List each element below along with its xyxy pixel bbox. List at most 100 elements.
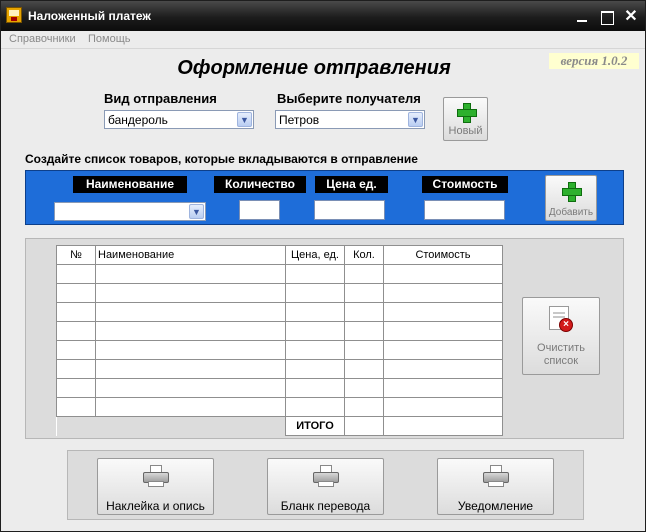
print-transfer-form-label: Бланк перевода (280, 499, 371, 513)
table-cell (95, 340, 286, 360)
item-name-select[interactable]: ▼ (54, 202, 206, 221)
table-header-row: № Наименование Цена, ед. Кол. Стоимость (56, 245, 503, 265)
table-cell (56, 264, 96, 284)
table-cell (344, 264, 384, 284)
print-notification-label: Уведомление (457, 499, 534, 513)
table-row[interactable] (56, 359, 503, 379)
table-cell (95, 397, 286, 417)
table-cell (95, 302, 286, 322)
items-table-body: ИТОГО (56, 264, 503, 436)
unit-price-input[interactable] (314, 200, 385, 220)
window-title: Наложенный платеж (28, 9, 151, 23)
app-window: Наложенный платеж ✕ Справочники Помощь в… (0, 0, 646, 532)
name-header: Наименование (73, 176, 187, 193)
chevron-down-icon[interactable]: ▼ (237, 112, 252, 127)
table-row[interactable] (56, 340, 503, 360)
table-cell (56, 283, 96, 303)
table-cell (285, 321, 345, 341)
clear-list-button[interactable]: × Очистить список (522, 297, 600, 375)
cost-input[interactable] (424, 200, 505, 220)
print-sticker-button[interactable]: Наклейка и опись (97, 458, 214, 515)
table-row[interactable] (56, 283, 503, 303)
minimize-button[interactable] (573, 8, 591, 26)
table-cell (383, 397, 503, 417)
total-spacer (95, 416, 286, 436)
menu-references[interactable]: Справочники (9, 33, 76, 45)
table-cell (383, 359, 503, 379)
add-item-button[interactable]: Добавить (545, 175, 597, 221)
column-header-quantity: Кол. (344, 245, 384, 265)
recipient-select[interactable]: Петров ▼ (275, 110, 425, 129)
table-cell (344, 321, 384, 341)
table-cell (56, 397, 96, 417)
maximize-button[interactable] (598, 8, 616, 26)
add-plus-icon (456, 103, 477, 123)
table-row[interactable] (56, 321, 503, 341)
table-cell (285, 397, 345, 417)
table-cell (383, 302, 503, 322)
print-notification-button[interactable]: Уведомление (437, 458, 554, 515)
menu-bar: Справочники Помощь (1, 31, 645, 49)
new-recipient-button[interactable]: Новый (443, 97, 488, 141)
table-cell (56, 302, 96, 322)
shipment-type-label: Вид отправления (104, 91, 217, 106)
table-cell (383, 340, 503, 360)
table-cell (285, 359, 345, 379)
print-panel: Наклейка и опись Бланк перевода Уведомле… (67, 450, 584, 520)
print-sticker-label: Наклейка и опись (106, 499, 205, 513)
page-title: Оформление отправления (177, 57, 451, 79)
table-cell (344, 283, 384, 303)
table-cell (56, 321, 96, 341)
quantity-input[interactable] (239, 200, 280, 220)
recipient-label: Выберите получателя (277, 91, 421, 106)
cost-header: Стоимость (422, 176, 508, 193)
clear-list-label-1: Очистить (537, 342, 585, 354)
chevron-down-icon[interactable]: ▼ (189, 204, 204, 219)
recipient-value: Петров (279, 113, 320, 127)
table-cell (56, 378, 96, 398)
column-header-name: Наименование (95, 245, 286, 265)
table-cell (383, 264, 503, 284)
table-cell (383, 378, 503, 398)
shipment-type-select[interactable]: бандероль ▼ (104, 110, 254, 129)
table-cell (285, 378, 345, 398)
add-plus-icon (562, 182, 582, 202)
printer-icon (312, 465, 340, 489)
table-cell (95, 264, 286, 284)
title-bar[interactable]: Наложенный платеж ✕ (1, 1, 645, 31)
close-button[interactable]: ✕ (622, 8, 640, 26)
table-cell (344, 302, 384, 322)
table-cell (56, 359, 96, 379)
print-transfer-form-button[interactable]: Бланк перевода (267, 458, 384, 515)
printer-icon (482, 465, 510, 489)
total-quantity (344, 416, 384, 436)
table-cell (285, 302, 345, 322)
table-cell (285, 264, 345, 284)
total-row: ИТОГО (56, 416, 503, 436)
column-header-cost: Стоимость (383, 245, 503, 265)
printer-icon (142, 465, 170, 489)
table-row[interactable] (56, 264, 503, 284)
chevron-down-icon[interactable]: ▼ (408, 112, 423, 127)
table-cell (95, 283, 286, 303)
add-item-label: Добавить (548, 207, 594, 218)
table-cell (95, 359, 286, 379)
total-cost (383, 416, 503, 436)
items-table[interactable]: № Наименование Цена, ед. Кол. Стоимость (56, 245, 503, 436)
column-header-price: Цена, ед. (285, 245, 345, 265)
menu-help[interactable]: Помощь (88, 33, 131, 45)
table-row[interactable] (56, 378, 503, 398)
shipment-type-value: бандероль (108, 113, 168, 127)
table-cell (344, 378, 384, 398)
total-label: ИТОГО (285, 416, 345, 436)
column-header-number: № (56, 245, 96, 265)
items-panel: № Наименование Цена, ед. Кол. Стоимость (25, 238, 624, 439)
table-cell (95, 321, 286, 341)
app-icon (6, 7, 22, 23)
clear-list-label-2: список (543, 355, 579, 367)
table-row[interactable] (56, 302, 503, 322)
table-cell (285, 340, 345, 360)
table-row[interactable] (56, 397, 503, 417)
table-cell (383, 321, 503, 341)
quantity-header: Количество (214, 176, 306, 193)
